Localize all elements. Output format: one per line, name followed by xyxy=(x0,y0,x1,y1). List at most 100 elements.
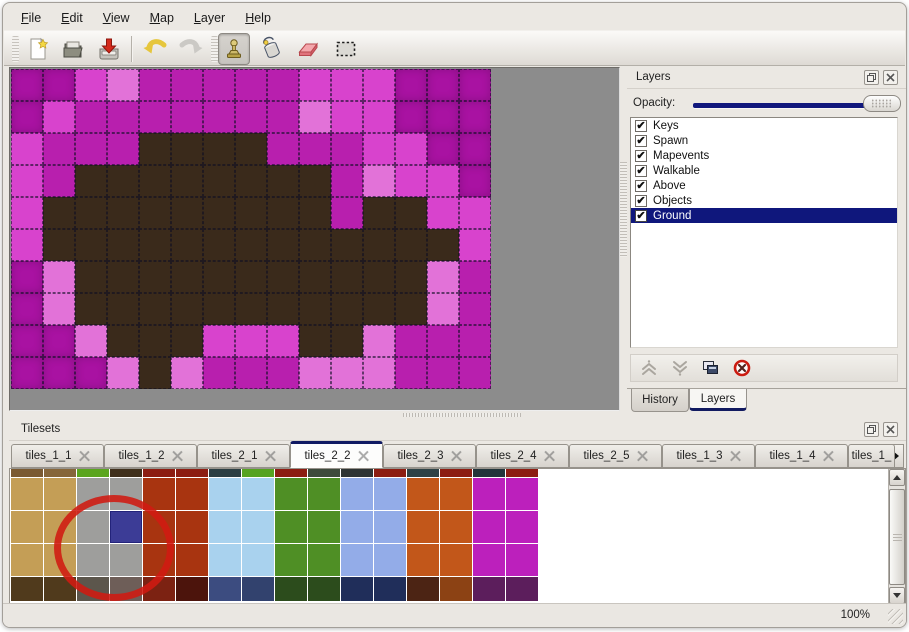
map-tile-14-5[interactable] xyxy=(459,229,491,261)
move-layer-up-button[interactable] xyxy=(636,356,662,380)
map-tile-2-2[interactable] xyxy=(75,133,107,165)
toolbar-handle-2[interactable] xyxy=(211,36,218,62)
tileset-tile-15-1[interactable] xyxy=(506,511,538,543)
map-tile-13-7[interactable] xyxy=(427,293,459,325)
tileset-scrollbar[interactable] xyxy=(888,469,905,604)
tileset-tile-10-1[interactable] xyxy=(341,511,373,543)
map-tile-8-5[interactable] xyxy=(267,229,299,261)
map-tile-6-8[interactable] xyxy=(203,325,235,357)
select-tool-button[interactable] xyxy=(330,33,362,65)
tileset-tile-11-2[interactable] xyxy=(374,544,406,576)
float-panel-button[interactable] xyxy=(864,422,879,437)
map-tile-8-8[interactable] xyxy=(267,325,299,357)
map-tile-0-7[interactable] xyxy=(11,293,43,325)
map-tile-14-0[interactable] xyxy=(459,69,491,101)
map-tile-14-4[interactable] xyxy=(459,197,491,229)
map-tile-3-4[interactable] xyxy=(107,197,139,229)
tab-close-icon[interactable] xyxy=(823,451,834,462)
map-tile-9-9[interactable] xyxy=(299,357,331,389)
map-tile-11-9[interactable] xyxy=(363,357,395,389)
tileset-tile-7-2[interactable] xyxy=(242,544,274,576)
map-tile-9-1[interactable] xyxy=(299,101,331,133)
map-tile-1-3[interactable] xyxy=(43,165,75,197)
map-tile-6-0[interactable] xyxy=(203,69,235,101)
tileset-tile-13-2[interactable] xyxy=(440,544,472,576)
tileset-tab-tiles_1_3[interactable]: tiles_1_3 xyxy=(662,444,755,468)
layer-visible-checkbox[interactable]: ✔ xyxy=(635,120,647,132)
close-panel-button[interactable] xyxy=(883,70,898,85)
map-tile-5-4[interactable] xyxy=(171,197,203,229)
tileset-tile-12-0[interactable] xyxy=(407,478,439,510)
map-tile-13-9[interactable] xyxy=(427,357,459,389)
map-tile-0-3[interactable] xyxy=(11,165,43,197)
map-tile-4-3[interactable] xyxy=(139,165,171,197)
tileset-tile-14-3[interactable] xyxy=(473,577,505,601)
map-tile-12-1[interactable] xyxy=(395,101,427,133)
map-tile-11-6[interactable] xyxy=(363,261,395,293)
tileset-tile-15-0[interactable] xyxy=(506,478,538,510)
map-tile-9-5[interactable] xyxy=(299,229,331,261)
layer-row-walkable[interactable]: ✔Walkable xyxy=(631,163,897,178)
tileset-strip-4[interactable] xyxy=(143,469,175,477)
tileset-tile-12-3[interactable] xyxy=(407,577,439,601)
map-tile-7-3[interactable] xyxy=(235,165,267,197)
tab-close-icon[interactable] xyxy=(358,450,369,461)
map-tile-0-0[interactable] xyxy=(11,69,43,101)
map-tile-8-7[interactable] xyxy=(267,293,299,325)
map-tile-9-6[interactable] xyxy=(299,261,331,293)
map-tile-8-4[interactable] xyxy=(267,197,299,229)
map-tile-14-9[interactable] xyxy=(459,357,491,389)
map-tile-9-3[interactable] xyxy=(299,165,331,197)
scroll-down-button[interactable] xyxy=(889,587,905,604)
scroll-up-button[interactable] xyxy=(889,469,905,486)
tileset-tab-tiles_2_4[interactable]: tiles_2_4 xyxy=(476,444,569,468)
tileset-tile-10-0[interactable] xyxy=(341,478,373,510)
map-tile-9-0[interactable] xyxy=(299,69,331,101)
map-tile-1-5[interactable] xyxy=(43,229,75,261)
map-tile-3-9[interactable] xyxy=(107,357,139,389)
map-tile-8-9[interactable] xyxy=(267,357,299,389)
tileset-tile-15-2[interactable] xyxy=(506,544,538,576)
tab-close-icon[interactable] xyxy=(265,451,276,462)
tileset-tile-11-1[interactable] xyxy=(374,511,406,543)
map-tile-6-2[interactable] xyxy=(203,133,235,165)
map-tile-7-6[interactable] xyxy=(235,261,267,293)
map-tile-7-2[interactable] xyxy=(235,133,267,165)
map-tile-3-7[interactable] xyxy=(107,293,139,325)
map-tile-3-3[interactable] xyxy=(107,165,139,197)
tileset-tile-9-2[interactable] xyxy=(308,544,340,576)
map-tile-10-7[interactable] xyxy=(331,293,363,325)
layer-visible-checkbox[interactable]: ✔ xyxy=(635,195,647,207)
map-tile-3-6[interactable] xyxy=(107,261,139,293)
map-tile-13-3[interactable] xyxy=(427,165,459,197)
map-tile-11-5[interactable] xyxy=(363,229,395,261)
tileset-tile-13-1[interactable] xyxy=(440,511,472,543)
map-tile-4-0[interactable] xyxy=(139,69,171,101)
map-tile-12-9[interactable] xyxy=(395,357,427,389)
menu-file[interactable]: File xyxy=(11,9,51,28)
tileset-tile-10-3[interactable] xyxy=(341,577,373,601)
layer-row-above[interactable]: ✔Above xyxy=(631,178,897,193)
tileset-strip-6[interactable] xyxy=(209,469,241,477)
map-tile-5-1[interactable] xyxy=(171,101,203,133)
tileset-tile-0-3[interactable] xyxy=(11,577,43,601)
menu-help[interactable]: Help xyxy=(235,9,281,28)
map-tile-9-7[interactable] xyxy=(299,293,331,325)
map-tile-4-6[interactable] xyxy=(139,261,171,293)
tab-close-icon[interactable] xyxy=(730,451,741,462)
map-tile-1-8[interactable] xyxy=(43,325,75,357)
map-tile-8-6[interactable] xyxy=(267,261,299,293)
tab-history[interactable]: History xyxy=(631,389,689,412)
tileset-tab-tiles_2_3[interactable]: tiles_2_3 xyxy=(383,444,476,468)
tileset-tile-10-2[interactable] xyxy=(341,544,373,576)
map-tile-13-2[interactable] xyxy=(427,133,459,165)
map-tile-13-8[interactable] xyxy=(427,325,459,357)
map-tile-2-5[interactable] xyxy=(75,229,107,261)
map-tile-11-3[interactable] xyxy=(363,165,395,197)
map-tile-3-5[interactable] xyxy=(107,229,139,261)
tab-close-icon[interactable] xyxy=(451,451,462,462)
tileset-tile-15-3[interactable] xyxy=(506,577,538,601)
tileset-tab-tiles_1_2[interactable]: tiles_1_2 xyxy=(104,444,197,468)
tileset-tile-6-2[interactable] xyxy=(209,544,241,576)
map-tile-2-9[interactable] xyxy=(75,357,107,389)
